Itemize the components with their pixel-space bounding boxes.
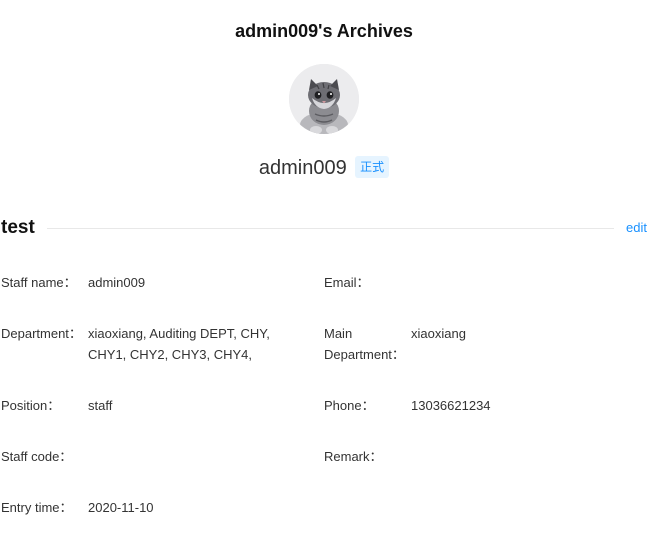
field-value: 2020-11-10 (88, 500, 154, 515)
field-label: Staff code： (1, 449, 73, 464)
status-badge: 正式 (355, 156, 390, 178)
section-divider (47, 228, 614, 229)
field-value: 13036621234 (411, 398, 491, 413)
avatar (289, 64, 359, 134)
edit-link[interactable]: edit (626, 220, 647, 236)
field-label: Department： (1, 326, 82, 341)
section-title: test (1, 217, 35, 238)
page-title: admin009's Archives (235, 21, 413, 41)
field-label: Phone： (324, 398, 375, 413)
field-label: Staff name： (1, 275, 77, 290)
field-value: xiaoxiang (411, 326, 466, 341)
field-label: Position： (1, 398, 61, 413)
field-value: admin009 (88, 275, 146, 290)
field-label: Email： (324, 275, 370, 290)
kitten-avatar-icon (289, 64, 359, 134)
user-identity: admin009 正式 (0, 155, 648, 181)
field-label: Entry time： (1, 500, 73, 515)
field-value: xiaoxiang, Auditing DEPT, CHY, CHY1, CHY… (88, 326, 270, 362)
field-label: Main Department： (324, 326, 405, 362)
username: admin009 (258, 157, 347, 179)
field-value: staff (88, 398, 113, 413)
section-header: test edit (0, 216, 648, 240)
field-label: Remark： (324, 449, 383, 464)
